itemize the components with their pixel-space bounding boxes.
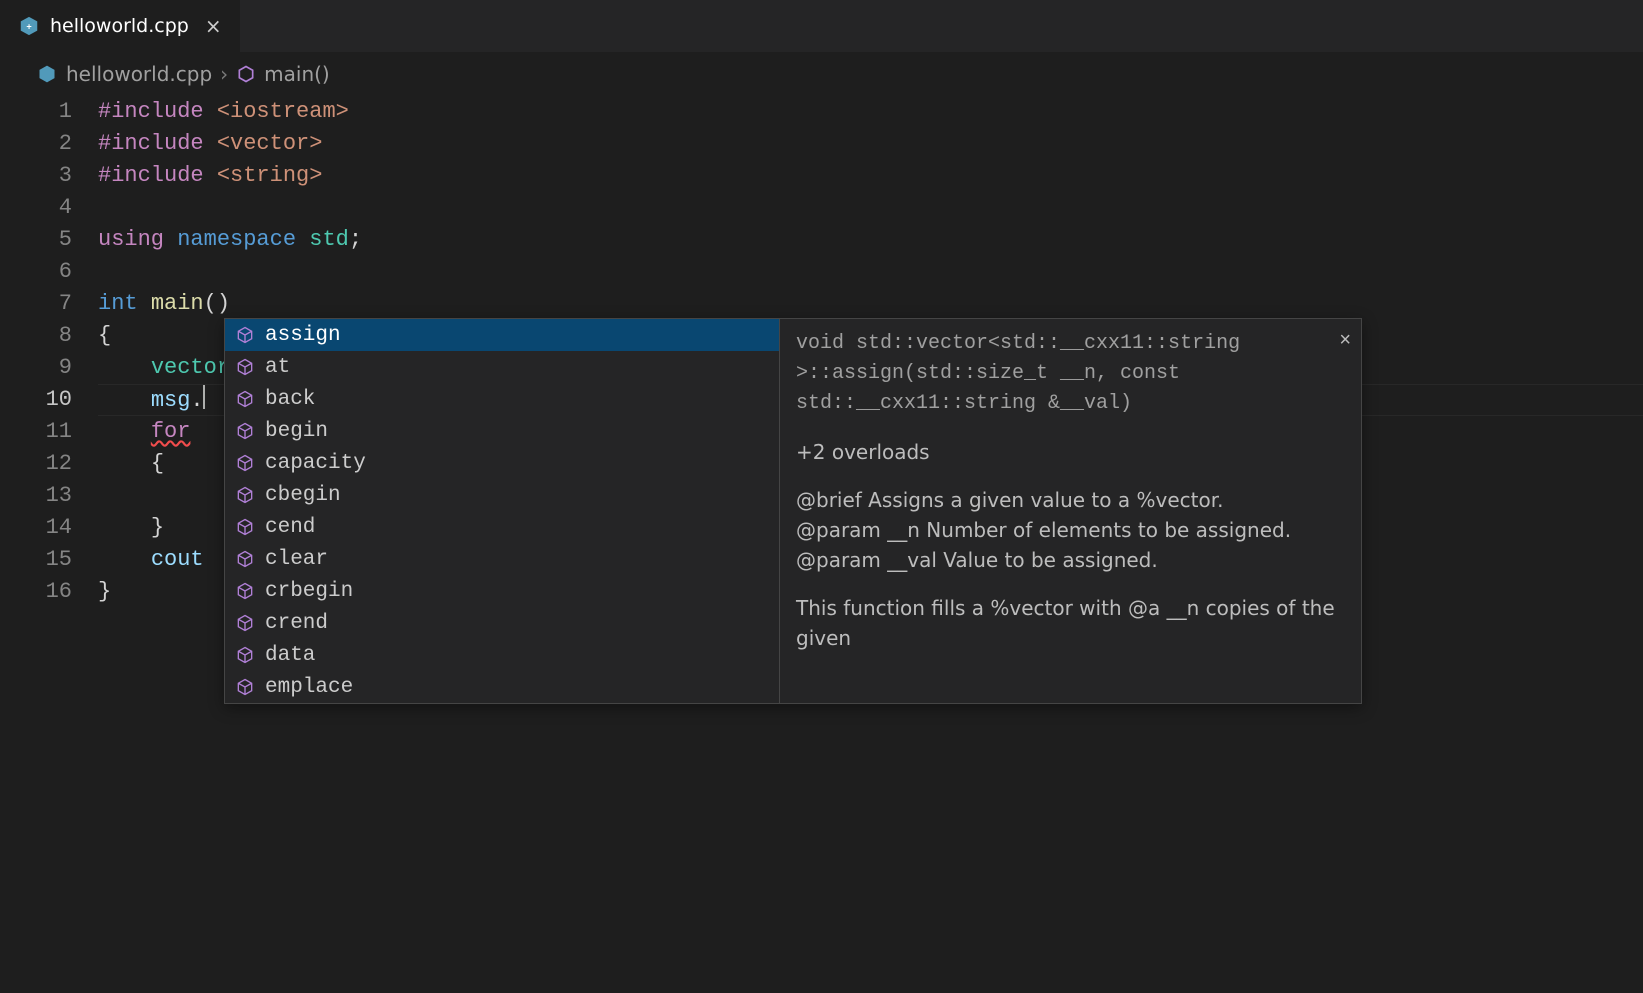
suggestion-documentation: × void std::vector<std::__cxx11::string … <box>779 319 1361 703</box>
suggestion-label: crbegin <box>265 580 353 603</box>
doc-brief: @brief Assigns a given value to a %vecto… <box>796 488 1223 512</box>
close-icon[interactable]: × <box>205 16 222 36</box>
cpp-file-icon: + <box>18 15 40 37</box>
suggestion-label: cbegin <box>265 484 341 507</box>
chevron-right-icon: › <box>220 62 228 86</box>
line-number: 4 <box>0 192 72 224</box>
method-icon <box>235 677 255 697</box>
line-number: 12 <box>0 448 72 480</box>
line-number: 16 <box>0 576 72 608</box>
suggestion-item[interactable]: back <box>225 383 779 415</box>
line-number: 7 <box>0 288 72 320</box>
cpp-file-icon <box>36 63 58 85</box>
suggestion-item[interactable]: cend <box>225 511 779 543</box>
line-number: 14 <box>0 512 72 544</box>
suggestion-label: data <box>265 644 315 667</box>
line-number: 11 <box>0 416 72 448</box>
line-number: 15 <box>0 544 72 576</box>
doc-param1: @param __n Number of elements to be assi… <box>796 518 1291 542</box>
suggestion-list[interactable]: assign at back begin capacity cbegin cend clear… <box>225 319 779 703</box>
line-number: 1 <box>0 96 72 128</box>
suggestion-item[interactable]: assign <box>225 319 779 351</box>
suggestion-item[interactable]: capacity <box>225 447 779 479</box>
suggestion-item[interactable]: clear <box>225 543 779 575</box>
breadcrumb-file[interactable]: helloworld.cpp <box>66 62 212 86</box>
suggestion-label: back <box>265 388 315 411</box>
suggestion-item[interactable]: at <box>225 351 779 383</box>
method-icon <box>235 613 255 633</box>
line-number: 8 <box>0 320 72 352</box>
doc-overloads: +2 overloads <box>796 437 1345 467</box>
line-number: 13 <box>0 480 72 512</box>
line-number: 5 <box>0 224 72 256</box>
doc-description: This function fills a %vector with @a __… <box>796 593 1345 653</box>
suggestion-label: at <box>265 356 290 379</box>
line-number: 3 <box>0 160 72 192</box>
suggestion-item[interactable]: data <box>225 639 779 671</box>
method-icon <box>235 421 255 441</box>
doc-signature: void std::vector<std::__cxx11::string >:… <box>796 329 1345 419</box>
method-icon <box>235 357 255 377</box>
svg-text:+: + <box>26 22 31 32</box>
method-icon <box>235 453 255 473</box>
suggestion-label: cend <box>265 516 315 539</box>
suggestion-item[interactable]: crbegin <box>225 575 779 607</box>
method-icon <box>235 325 255 345</box>
close-icon[interactable]: × <box>1339 325 1351 355</box>
intellisense-popup[interactable]: assign at back begin capacity cbegin cend clear… <box>224 318 1362 704</box>
suggestion-label: begin <box>265 420 328 443</box>
breadcrumb[interactable]: helloworld.cpp › main() <box>0 52 1643 96</box>
suggestion-label: crend <box>265 612 328 635</box>
method-icon <box>235 485 255 505</box>
suggestion-item[interactable]: crend <box>225 607 779 639</box>
suggestion-item[interactable]: emplace <box>225 671 779 703</box>
tab-filename: helloworld.cpp <box>50 15 189 37</box>
breadcrumb-symbol[interactable]: main() <box>264 62 330 86</box>
method-icon <box>236 64 256 84</box>
suggestion-item[interactable]: begin <box>225 415 779 447</box>
suggestion-item[interactable]: cbegin <box>225 479 779 511</box>
suggestion-label: clear <box>265 548 328 571</box>
suggestion-label: capacity <box>265 452 366 475</box>
line-number-gutter: 12345678910111213141516 <box>0 96 98 608</box>
tab-bar: + helloworld.cpp × <box>0 0 1643 52</box>
line-number: 9 <box>0 352 72 384</box>
method-icon <box>235 645 255 665</box>
doc-param2: @param __val Value to be assigned. <box>796 548 1158 572</box>
method-icon <box>235 581 255 601</box>
line-number: 10 <box>0 384 72 416</box>
text-cursor <box>203 385 205 409</box>
method-icon <box>235 549 255 569</box>
line-number: 6 <box>0 256 72 288</box>
tab-helloworld[interactable]: + helloworld.cpp × <box>0 0 241 52</box>
method-icon <box>235 389 255 409</box>
suggestion-label: assign <box>265 324 341 347</box>
line-number: 2 <box>0 128 72 160</box>
suggestion-label: emplace <box>265 676 353 699</box>
method-icon <box>235 517 255 537</box>
